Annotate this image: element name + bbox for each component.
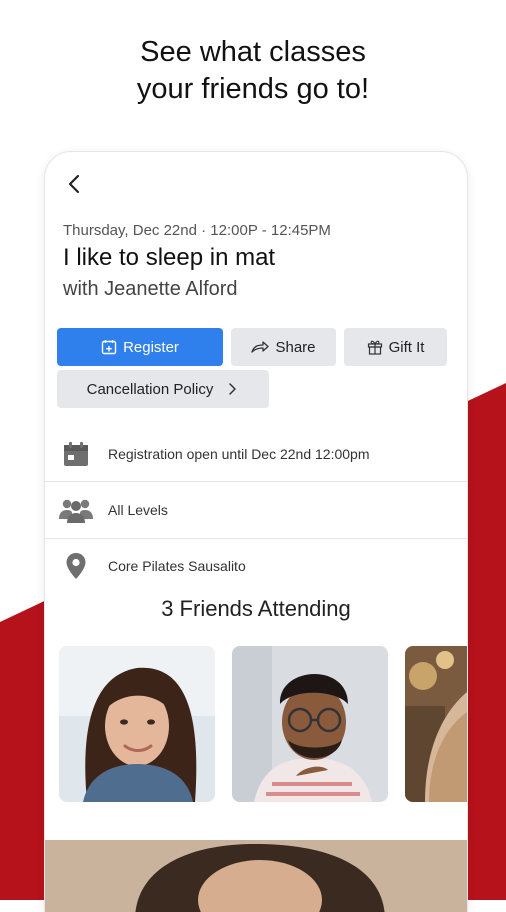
share-arrow-icon — [251, 341, 270, 353]
headline: See what classes your friends go to! — [0, 34, 506, 108]
level-row: All Levels — [45, 482, 467, 538]
share-label: Share — [275, 338, 316, 356]
class-instructor: with Jeanette Alford — [63, 278, 238, 300]
level-text: All Levels — [108, 502, 168, 518]
cancellation-policy-button[interactable]: Cancellation Policy — [57, 370, 269, 408]
share-button[interactable]: Share — [231, 328, 336, 366]
headline-line-2: your friends go to! — [136, 73, 370, 105]
register-label: Register — [123, 338, 179, 356]
gift-button[interactable]: Gift It — [344, 328, 447, 366]
location-pin-icon — [66, 553, 86, 579]
people-icon — [59, 499, 93, 523]
register-button[interactable]: Register — [57, 328, 223, 366]
friends-attending-title: 3 Friends Attending — [161, 596, 351, 621]
registration-text: Registration open until Dec 22nd 12:00pm — [108, 446, 370, 462]
gift-label: Gift It — [388, 338, 425, 356]
back-arrow-icon[interactable] — [63, 172, 87, 196]
location-text: Core Pilates Sausalito — [108, 558, 246, 574]
location-row[interactable]: Core Pilates Sausalito — [45, 538, 467, 594]
calendar-icon — [64, 442, 88, 466]
class-date-time: Thursday, Dec 22nd · 12:00P - 12:45PM — [63, 222, 331, 239]
friend-photo-1[interactable] — [59, 646, 215, 802]
registration-row: Registration open until Dec 22nd 12:00pm — [45, 426, 467, 482]
chevron-right-icon — [229, 383, 237, 395]
bottom-photo — [45, 840, 467, 912]
phone-screen: Thursday, Dec 22nd · 12:00P - 12:45PM I … — [45, 152, 467, 912]
cancellation-label: Cancellation Policy — [86, 380, 214, 398]
headline-line-1: See what classes — [140, 36, 366, 68]
friend-photo-3[interactable] — [405, 646, 467, 802]
calendar-plus-icon — [101, 340, 117, 355]
friend-photo-2[interactable] — [232, 646, 388, 802]
gift-icon — [367, 340, 382, 355]
class-title: I like to sleep in mat — [63, 244, 276, 271]
